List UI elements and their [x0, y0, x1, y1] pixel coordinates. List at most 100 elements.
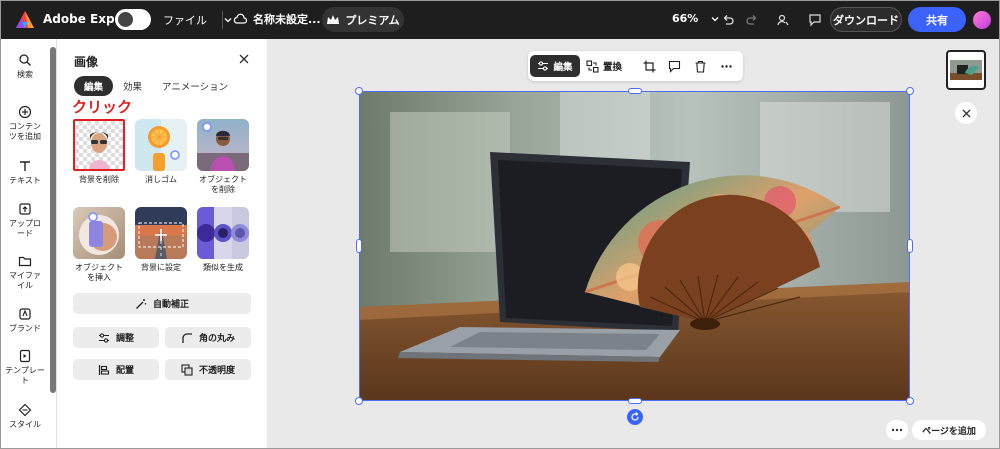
resize-handle[interactable]	[355, 397, 363, 405]
resize-handle[interactable]	[907, 239, 913, 253]
set-as-background-tool[interactable]: 背景に設定	[134, 207, 188, 273]
page-thumbnail-preview	[950, 60, 982, 80]
plus-circle-icon	[18, 105, 32, 119]
document-name-label: 名称未設定...	[253, 13, 321, 26]
resize-handle[interactable]	[356, 239, 362, 253]
crown-icon	[327, 14, 340, 24]
invite-user-icon[interactable]	[775, 12, 791, 28]
edit-label: 編集	[553, 62, 573, 73]
rail-item-my-files[interactable]: マイファイル	[1, 254, 49, 291]
toggle-knob	[118, 12, 133, 27]
edit-button[interactable]: 編集	[530, 55, 580, 77]
zoom-control[interactable]: 66%	[672, 12, 720, 25]
close-icon[interactable]	[955, 102, 977, 124]
share-button[interactable]: 共有	[908, 7, 966, 32]
remove-object-tool[interactable]: オブジェクトを削除	[196, 119, 250, 195]
tab-effects[interactable]: 効果	[113, 76, 152, 96]
replace-icon	[586, 59, 599, 73]
redo-icon[interactable]	[744, 12, 760, 28]
rail-item-label: コンテンツを追加	[9, 122, 41, 141]
tool-label: 消しゴム	[145, 175, 177, 184]
arrange-button[interactable]: 配置	[73, 359, 159, 380]
more-options-icon[interactable]	[719, 59, 733, 73]
premium-button[interactable]: プレミアム	[322, 7, 404, 32]
round-corners-button[interactable]: 角の丸み	[165, 327, 251, 348]
rail-scrollbar[interactable]	[50, 47, 56, 393]
folder-icon	[18, 256, 32, 267]
add-page-button[interactable]: ページを追加	[912, 420, 986, 440]
opacity-button[interactable]: 不透明度	[165, 359, 251, 380]
rail-item-label: スタイル	[9, 420, 41, 429]
file-menu-label: ファイル	[163, 14, 207, 27]
left-rail: 検索 コンテンツを追加 テキスト アップロード マイファイル ブランド テンプレ…	[1, 39, 57, 448]
selected-image[interactable]	[359, 91, 910, 401]
rail-item-label: マイファイル	[9, 271, 41, 290]
avatar[interactable]	[973, 11, 991, 29]
upload-icon	[19, 203, 31, 215]
adjust-button[interactable]: 調整	[73, 327, 159, 348]
replace-label: 置換	[603, 62, 623, 73]
page-thumbnail[interactable]	[946, 50, 986, 90]
context-toolbar: 編集 置換	[528, 51, 743, 81]
auto-enhance-label: 自動補正	[152, 300, 189, 310]
trash-icon[interactable]	[693, 59, 707, 73]
arrange-label: 配置	[115, 366, 134, 376]
rotate-icon[interactable]	[627, 409, 643, 425]
search-icon	[19, 54, 31, 66]
eraser-tool[interactable]: 消しゴム	[134, 119, 188, 185]
remove-object-thumbnail	[197, 119, 249, 171]
close-icon[interactable]	[238, 53, 250, 69]
resize-handle[interactable]	[628, 398, 642, 404]
rail-item-brand[interactable]: ブランド	[1, 307, 49, 334]
resize-handle[interactable]	[906, 87, 914, 95]
adobe-express-logo[interactable]	[15, 10, 35, 30]
set-as-background-thumbnail	[135, 207, 187, 259]
tab-animation[interactable]: アニメーション	[152, 76, 238, 96]
app-window: Adobe Express ファイル 名称未設定... プレミアム 66% ダウ…	[0, 0, 1000, 449]
comment-icon[interactable]	[807, 12, 823, 28]
panel-title: 画像	[74, 55, 99, 69]
replace-button[interactable]: 置換	[586, 55, 622, 77]
remove-background-thumbnail	[73, 119, 125, 171]
insert-object-tool[interactable]: オブジェクトを挿入	[72, 207, 126, 283]
remove-background-tool[interactable]: 背景を削除	[72, 119, 126, 185]
zoom-value: 66%	[672, 12, 699, 25]
tool-label: 背景に設定	[141, 263, 181, 272]
auto-enhance-button[interactable]: 自動補正	[73, 293, 251, 314]
page-more-icon[interactable]	[886, 420, 908, 440]
resize-handle[interactable]	[906, 397, 914, 405]
comment-icon[interactable]	[667, 59, 681, 73]
template-icon	[19, 349, 31, 363]
chevron-down-icon	[224, 18, 232, 23]
panel-tabs: 編集 効果 アニメーション	[74, 76, 238, 96]
resize-handle[interactable]	[628, 88, 642, 94]
generate-similar-thumbnail	[197, 207, 249, 259]
theme-toggle[interactable]	[115, 9, 151, 30]
round-corners-label: 角の丸み	[198, 334, 235, 344]
opacity-icon	[181, 363, 193, 376]
rail-item-style[interactable]: スタイル	[1, 403, 49, 430]
generate-similar-tool[interactable]: 類似を生成	[196, 207, 250, 273]
tab-edit[interactable]: 編集	[74, 76, 114, 96]
document-name[interactable]: 名称未設定...	[233, 11, 321, 27]
click-annotation: クリック	[72, 98, 133, 116]
premium-label: プレミアム	[345, 13, 400, 27]
brand-icon	[19, 308, 31, 320]
align-icon	[98, 364, 110, 375]
crop-icon[interactable]	[642, 59, 656, 73]
undo-icon[interactable]	[720, 12, 736, 28]
sliders-icon	[538, 61, 549, 71]
rail-item-search[interactable]: 検索	[1, 53, 49, 80]
rail-item-text[interactable]: テキスト	[1, 159, 49, 186]
cloud-icon	[233, 13, 247, 24]
rail-item-upload[interactable]: アップロード	[1, 202, 49, 239]
download-button[interactable]: ダウンロード	[830, 7, 902, 32]
divider	[222, 11, 223, 29]
rail-item-templates[interactable]: テンプレート	[1, 349, 49, 386]
chevron-down-icon	[711, 16, 719, 21]
corner-radius-icon	[182, 332, 192, 343]
resize-handle[interactable]	[355, 87, 363, 95]
tool-label: 類似を生成	[203, 263, 243, 272]
tool-label: オブジェクトを挿入	[75, 263, 123, 282]
rail-item-add-content[interactable]: コンテンツを追加	[1, 105, 49, 142]
